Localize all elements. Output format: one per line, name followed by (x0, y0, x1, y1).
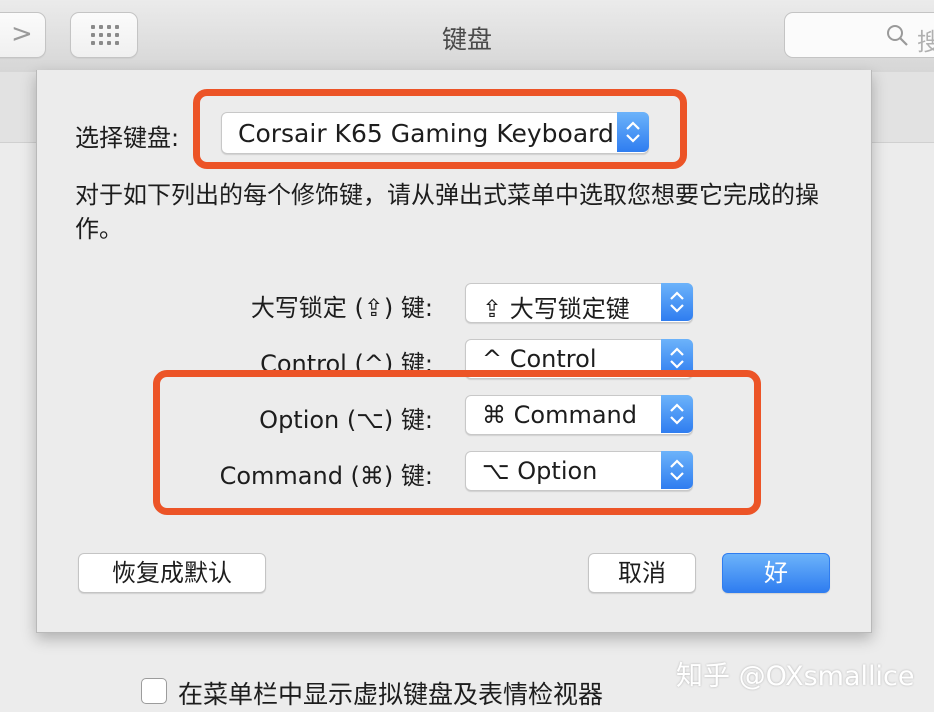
updown-arrows-icon (661, 283, 693, 321)
restore-defaults-button[interactable]: 恢复成默认 (78, 553, 266, 593)
cancel-button[interactable]: 取消 (588, 553, 696, 593)
search-input[interactable]: 搜 (784, 12, 934, 58)
ok-button[interactable]: 好 (722, 553, 830, 593)
virtual-keyboard-checkbox-label: 在菜单栏中显示虚拟键盘及表情检视器 (178, 680, 604, 709)
instruction-text: 对于如下列出的每个修饰键，请从弹出式菜单中选取您想要它完成的操作。 (75, 181, 819, 243)
caps-lock-label: 大写锁定 (⇪) 键: (250, 294, 433, 322)
search-icon (887, 25, 908, 46)
caps-lock-popup[interactable]: ⇪ 大写锁定键 (465, 283, 693, 323)
search-placeholder: 搜 (917, 28, 934, 56)
keyboard-highlight-box (193, 89, 687, 169)
keyboard-select-label: 选择键盘: (75, 124, 180, 152)
title-bar: > 键盘 搜 (0, 0, 934, 73)
watermark: 知乎 @OXsmallice (676, 661, 915, 692)
option-command-highlight-box (153, 370, 761, 515)
control-value: ^ Control (482, 345, 597, 373)
virtual-keyboard-checkbox[interactable] (141, 678, 167, 704)
caps-lock-value: ⇪ 大写锁定键 (482, 295, 630, 323)
